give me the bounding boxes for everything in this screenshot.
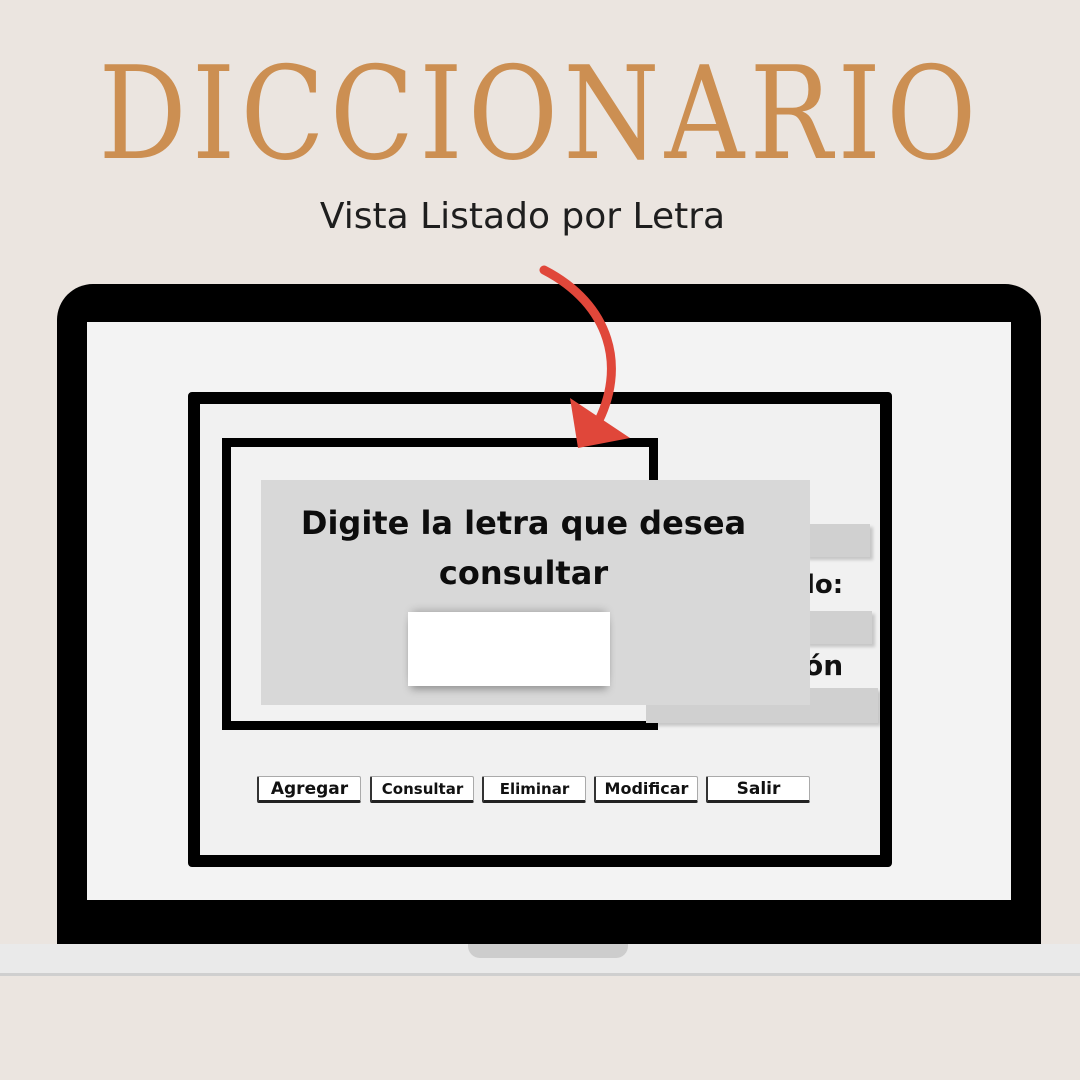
form-label-partial-1: lo: (806, 570, 844, 600)
arrow-head (570, 398, 630, 448)
add-button[interactable]: Agregar (257, 776, 361, 803)
dialog-prompt-line-2: consultar (438, 554, 609, 592)
letter-input[interactable] (408, 612, 610, 686)
page-title: DICCIONARIO (98, 40, 982, 189)
arrow-curve (539, 265, 616, 431)
red-arrow-icon (539, 265, 630, 448)
query-button[interactable]: Consultar (370, 776, 474, 803)
page-subtitle: Vista Listado por Letra (319, 196, 726, 237)
laptop-notch (468, 944, 628, 958)
modify-button[interactable]: Modificar (594, 776, 698, 803)
exit-button[interactable]: Salir (706, 776, 810, 803)
form-field-2[interactable] (805, 611, 872, 644)
dialog-prompt: Digite la letra que desea consultar (261, 498, 786, 598)
delete-button[interactable]: Eliminar (482, 776, 586, 803)
form-field-1[interactable] (805, 524, 870, 557)
dialog-prompt-line-1: Digite la letra que desea (300, 504, 747, 542)
